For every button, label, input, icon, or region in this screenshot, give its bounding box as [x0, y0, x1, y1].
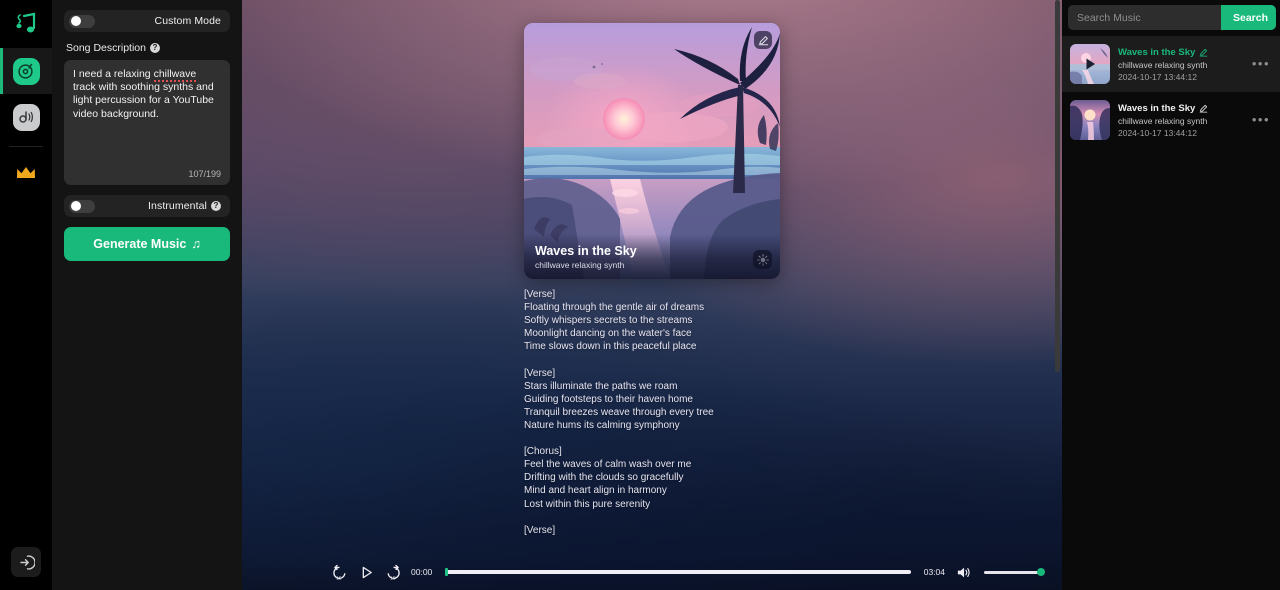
custom-mode-toggle[interactable]	[69, 14, 95, 28]
player-controls: 15 15 00:00 03:04	[242, 554, 1062, 590]
instrumental-row[interactable]: Instrumental ?	[64, 195, 230, 217]
song-description-value: I need a relaxing chillwave track with s…	[73, 68, 217, 120]
edit-pencil-icon	[758, 35, 768, 45]
app-root: Custom Mode Song Description ? I need a …	[0, 0, 1280, 590]
play-button[interactable]	[357, 563, 375, 581]
rail-divider	[9, 146, 43, 147]
track-title-group: Waves in the Sky	[1118, 103, 1244, 114]
duration: 03:04	[923, 567, 945, 577]
volume-button[interactable]	[954, 563, 972, 581]
track-options-button[interactable]: •••	[1252, 57, 1272, 70]
instrumental-label: Instrumental	[148, 200, 207, 212]
sidebar-item-premium[interactable]	[0, 153, 52, 193]
music-library-panel: Search Music Search Waves in the Sky chi…	[1062, 0, 1280, 590]
generation-form-panel: Custom Mode Song Description ? I need a …	[52, 0, 242, 590]
crown-icon	[17, 167, 35, 178]
instrumental-help-icon[interactable]: ?	[211, 201, 221, 211]
lyrics-text: [Verse] Floating through the gentle air …	[524, 289, 714, 536]
svg-text:15: 15	[336, 575, 342, 581]
track-title: Waves in the Sky	[1118, 102, 1196, 114]
rewind-15-button[interactable]: 15	[330, 563, 348, 581]
forward-15-button[interactable]: 15	[384, 563, 402, 581]
audio-wave-icon	[12, 103, 40, 131]
edit-artwork-button[interactable]	[754, 31, 772, 49]
custom-mode-label: Custom Mode	[154, 15, 221, 27]
music-note-icon: ♫	[191, 237, 201, 251]
track-date: 2024-10-17 13:44:12	[1118, 71, 1197, 82]
song-description-input[interactable]: I need a relaxing chillwave track with s…	[64, 60, 230, 185]
player-stage: Waves in the Sky chillwave relaxing synt…	[242, 0, 1062, 590]
sign-in-icon	[19, 554, 35, 570]
icon-rail	[0, 0, 52, 590]
generate-music-label: Generate Music	[93, 237, 187, 251]
sidebar-item-create-music[interactable]	[0, 48, 52, 94]
artwork-caption: Waves in the Sky chillwave relaxing synt…	[524, 234, 780, 279]
custom-mode-label-group: Custom Mode	[155, 15, 221, 27]
track-subtitle: chillwave relaxing synth	[1118, 115, 1208, 126]
spellcheck-word: chillwave	[153, 68, 197, 82]
seek-bar[interactable]	[445, 568, 911, 576]
svg-text:15: 15	[390, 575, 396, 581]
music-note-logo-icon	[16, 12, 36, 33]
instrumental-toggle[interactable]	[69, 199, 95, 213]
thumbnail-play-overlay[interactable]	[1070, 44, 1110, 84]
song-description-label: Song Description	[66, 42, 146, 54]
toggle-knob	[70, 16, 81, 26]
play-icon	[1086, 58, 1095, 70]
track-list-item-1[interactable]: Waves in the Sky chillwave relaxing synt…	[1062, 92, 1280, 148]
track-thumbnail-image	[1070, 100, 1110, 140]
sidebar-item-audio-tools[interactable]	[0, 94, 52, 140]
forward-15-icon: 15	[387, 564, 400, 581]
current-time: 00:00	[411, 567, 433, 577]
generate-music-button[interactable]: Generate Music ♫	[64, 227, 230, 261]
album-artwork[interactable]: Waves in the Sky chillwave relaxing synt…	[524, 23, 780, 279]
song-description-help-icon[interactable]: ?	[149, 43, 160, 53]
song-description-label-group: Song Description ?	[66, 42, 230, 54]
artwork-subtitle: chillwave relaxing synth	[535, 260, 625, 270]
play-icon	[362, 566, 372, 578]
track-info: Waves in the Sky chillwave relaxing synt…	[1118, 103, 1244, 138]
track-thumbnail[interactable]	[1070, 44, 1110, 84]
search-bar: Search	[1068, 5, 1276, 30]
edit-pencil-icon	[1199, 104, 1208, 113]
track-subtitle: chillwave relaxing synth	[1118, 59, 1208, 70]
stage-scroll-area: Waves in the Sky chillwave relaxing synt…	[242, 0, 1062, 590]
rewind-15-icon: 15	[332, 564, 345, 581]
edit-pencil-icon	[1199, 48, 1208, 57]
search-button[interactable]: Search	[1221, 5, 1276, 30]
search-input[interactable]	[1068, 5, 1221, 30]
track-date: 2024-10-17 13:44:12	[1118, 127, 1197, 138]
instrumental-label-group: Instrumental ?	[148, 200, 221, 212]
track-info: Waves in the Sky chillwave relaxing synt…	[1118, 47, 1244, 82]
toggle-knob	[70, 201, 81, 211]
volume-handle[interactable]	[1037, 568, 1045, 576]
custom-mode-row[interactable]: Custom Mode	[64, 10, 230, 32]
seek-handle[interactable]	[445, 568, 449, 576]
track-thumbnail[interactable]	[1070, 100, 1110, 140]
volume-slider[interactable]	[984, 568, 1045, 576]
track-title-group: Waves in the Sky	[1118, 47, 1244, 58]
character-counter: 107/199	[188, 169, 221, 179]
vinyl-disc-icon	[12, 57, 40, 85]
sign-in-button[interactable]	[11, 547, 41, 577]
stage-scrollbar[interactable]	[1055, 0, 1060, 372]
track-title: Waves in the Sky	[1118, 46, 1196, 58]
app-logo	[0, 2, 52, 48]
volume-icon	[957, 567, 970, 577]
track-list-item-0[interactable]: Waves in the Sky chillwave relaxing synt…	[1062, 36, 1280, 92]
track-options-button[interactable]: •••	[1252, 113, 1272, 126]
artwork-title: Waves in the Sky	[535, 244, 637, 258]
